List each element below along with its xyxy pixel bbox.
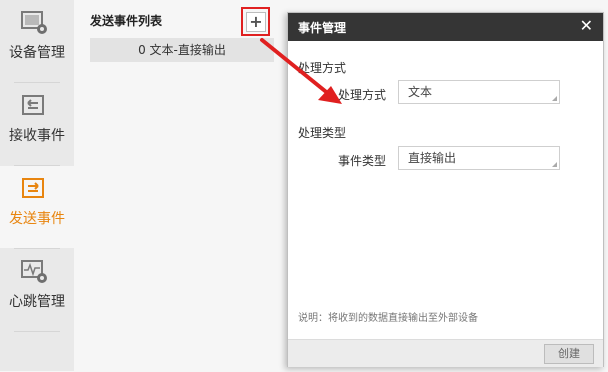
nav-label-receive-event: 接收事件 — [9, 128, 65, 144]
nav-item-send-event[interactable]: 发送事件 — [0, 166, 74, 248]
event-type-value: 直接输出 — [408, 151, 457, 165]
dialog-header: 事件管理 ✕ — [288, 13, 603, 41]
event-type-field[interactable]: 直接输出 — [398, 146, 560, 170]
event-management-dialog: 事件管理 ✕ 处理方式 处理方式 文本 处理类型 事件类型 直接输出 说明：将收… — [287, 12, 604, 367]
processing-method-value: 文本 — [408, 85, 433, 99]
nav-label-send-event: 发送事件 — [9, 211, 65, 227]
processing-method-field[interactable]: 文本 — [398, 80, 560, 104]
close-icon[interactable]: ✕ — [580, 16, 593, 36]
processing-method-label: 处理方式 — [337, 88, 386, 102]
nav-label-heartbeat-management: 心跳管理 — [9, 294, 65, 310]
event-type-label: 事件类型 — [337, 154, 386, 168]
device-settings-icon — [20, 10, 50, 36]
dialog-footer: 创建 — [288, 339, 603, 367]
dialog-hint: 说明：将收到的数据直接输出至外部设备 — [298, 313, 478, 324]
nav-item-receive-event[interactable]: 接收事件 — [0, 83, 74, 165]
heartbeat-settings-icon — [20, 259, 50, 285]
create-button[interactable]: 创建 — [544, 344, 594, 364]
resize-grip-icon — [552, 96, 557, 101]
nav-label-device-management: 设备管理 — [9, 45, 65, 61]
section-title-processing-method: 处理方式 — [298, 61, 347, 75]
nav-item-device-management[interactable]: 设备管理 — [0, 0, 74, 82]
resize-grip-icon — [552, 162, 557, 167]
left-nav: 设备管理 接收事件 发送事件 心跳管理 — [0, 0, 74, 372]
nav-item-heartbeat-management[interactable]: 心跳管理 — [0, 249, 74, 331]
annotation-highlight-box — [241, 7, 270, 36]
dialog-title: 事件管理 — [298, 21, 347, 35]
event-list-title: 发送事件列表 — [90, 14, 163, 28]
receive-event-icon — [20, 93, 50, 119]
section-title-processing-type: 处理类型 — [298, 126, 347, 140]
send-event-icon — [20, 176, 50, 202]
event-list-item[interactable]: 0 文本-直接输出 — [90, 38, 274, 62]
nav-item-partial[interactable] — [0, 332, 74, 372]
partial-nav-icon — [20, 342, 50, 372]
